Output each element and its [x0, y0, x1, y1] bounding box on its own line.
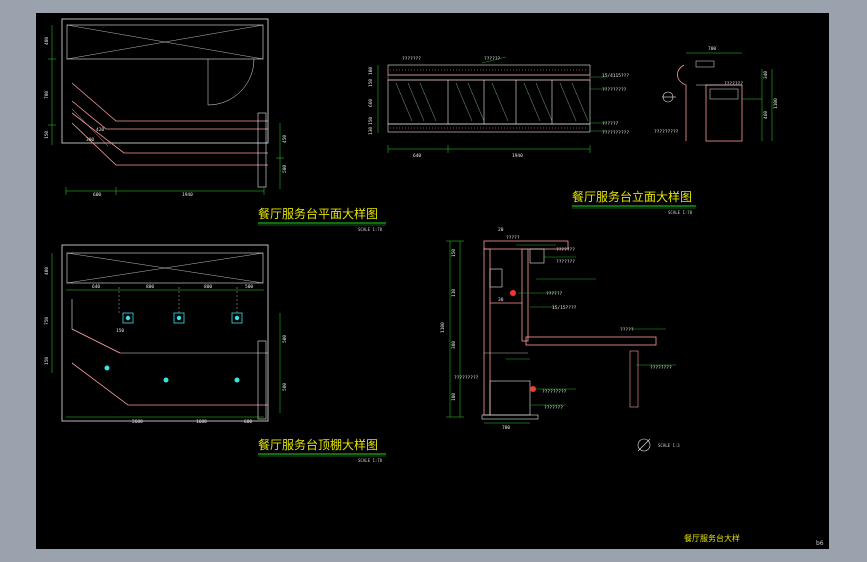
- elev-note-side-1: ???????: [724, 81, 743, 87]
- sect-note-1: ?????: [506, 235, 520, 241]
- elev-dim-right-1: 340: [763, 71, 769, 79]
- ceiling-scale: SCALE 1:78: [358, 458, 383, 463]
- ceiling-dim-top-1: 640: [92, 284, 100, 290]
- ceiling-lights: [104, 312, 243, 383]
- elev-dim-right-3: 1100: [773, 98, 779, 109]
- ceiling-dim-bottom-3: 600: [244, 419, 252, 425]
- sect-note-3: ???????: [556, 259, 575, 265]
- section-view: [446, 240, 676, 452]
- plan-dim-bottom-right: 1940: [182, 192, 193, 198]
- elevation-panel: [387, 79, 591, 125]
- elev-note-right-3: ??????: [602, 121, 619, 127]
- drawing-sheet: 600 1940 400 780 150 300 420 450 580 餐厅服…: [36, 13, 829, 549]
- cad-drawing: 600 1940 400 780 150 300 420 450 580 餐厅服…: [44, 18, 824, 547]
- spotlight-icon: [104, 365, 110, 371]
- page-number: b6: [816, 540, 824, 547]
- ceiling-title: 餐厅服务台顶棚大样图: [258, 437, 378, 452]
- plan-scale: SCALE 1:78: [358, 227, 383, 232]
- ceiling-dim-bottom-2: 1600: [196, 419, 207, 425]
- spotlight-icon: [234, 377, 240, 383]
- ceiling-wall: [61, 244, 269, 422]
- elev-note-right-1: 15/4115???: [602, 73, 629, 79]
- sect-note-8: ?????????: [454, 375, 479, 381]
- elev-dim-left-1: 100: [368, 67, 374, 75]
- elev-dim-bottom-1: 640: [413, 153, 421, 159]
- elev-note-left: ???????: [402, 56, 421, 62]
- elev-dim-left-5: 130: [368, 127, 374, 135]
- sect-note-5: ??????: [546, 291, 563, 297]
- plan-dim-bottom-left: 600: [93, 192, 101, 198]
- sect-dim-mid: 30: [498, 297, 504, 303]
- sect-dim-left-1: 150: [451, 249, 457, 257]
- ceiling-dim-left-3: 150: [44, 357, 50, 365]
- elev-dim-left-3: 660: [368, 99, 374, 107]
- ceiling-dim-right-2: 580: [282, 383, 288, 391]
- plan-dim-left-3: 150: [44, 131, 50, 139]
- ceiling-view: [51, 244, 281, 422]
- sect-note-4: 15/15????: [552, 305, 577, 311]
- sect-note-7: ????????: [650, 365, 672, 371]
- ceiling-dim-top-4: 500: [245, 284, 253, 290]
- ceiling-dim-left-1: 400: [44, 267, 50, 275]
- sect-dim-total: 1100: [440, 322, 446, 333]
- sheet-name: 餐厅服务台大样: [684, 533, 740, 543]
- plan-dim-diag-2: 420: [96, 127, 104, 133]
- elev-note-side-2: ?????????: [654, 129, 679, 135]
- sect-note-2: ???????: [556, 247, 575, 253]
- ceiling-dim-left-2: 750: [44, 317, 50, 325]
- elev-note-top: ??????: [484, 56, 501, 62]
- elev-dim-bottom-2: 1940: [512, 153, 523, 159]
- ceiling-counter-line: [71, 362, 268, 406]
- plan-dim-right-1: 450: [282, 135, 288, 143]
- plan-counter-line: [71, 82, 268, 122]
- elev-dim-right-2: 460: [763, 111, 769, 119]
- sect-note-9: ?????????: [542, 389, 567, 395]
- sect-dim-left-3: 380: [451, 341, 457, 349]
- elevation-title: 餐厅服务台立面大样图: [572, 189, 692, 204]
- ceiling-dim-right-1: 500: [282, 335, 288, 343]
- plan-dim-right-2: 580: [282, 165, 288, 173]
- elev-dim-right-top: 700: [708, 46, 716, 52]
- plan-dim-diag-1: 300: [86, 137, 94, 143]
- elevation-scale: SCALE 1:78: [668, 210, 693, 215]
- ceiling-dim-top-2: 800: [146, 284, 154, 290]
- elevation-side-section: [662, 52, 773, 142]
- ceiling-dim-bottom-1: 2600: [132, 419, 143, 425]
- sect-dim-bottom: 780: [502, 425, 510, 431]
- spotlight-icon: [163, 377, 169, 383]
- plan-title: 餐厅服务台平面大样图: [258, 206, 378, 221]
- sect-dim-left-2: 110: [451, 289, 457, 297]
- plan-wall: [61, 18, 269, 144]
- elev-note-right-4: ??????????: [602, 130, 629, 136]
- elev-dim-left-2: 150: [368, 79, 374, 87]
- section-counter-board: [525, 336, 657, 346]
- sect-note-6: ?????: [620, 327, 634, 333]
- sect-dim-left-4: 100: [451, 393, 457, 401]
- elev-note-right-2: ?????????: [602, 87, 627, 93]
- ceiling-dim-top-3: 800: [204, 284, 212, 290]
- sect-dim-top: 20: [498, 227, 504, 233]
- door-swing: [207, 58, 255, 106]
- plan-dim-left-1: 400: [44, 37, 50, 45]
- sect-note-10: ???????: [544, 405, 563, 411]
- ceiling-box-label: 150: [116, 328, 124, 334]
- plan-view: [48, 18, 284, 195]
- elevation-view: [377, 56, 606, 153]
- elev-dim-left-4: 150: [368, 117, 374, 125]
- plan-dim-left-2: 780: [44, 91, 50, 99]
- section-scale: SCALE 1:3: [658, 443, 680, 448]
